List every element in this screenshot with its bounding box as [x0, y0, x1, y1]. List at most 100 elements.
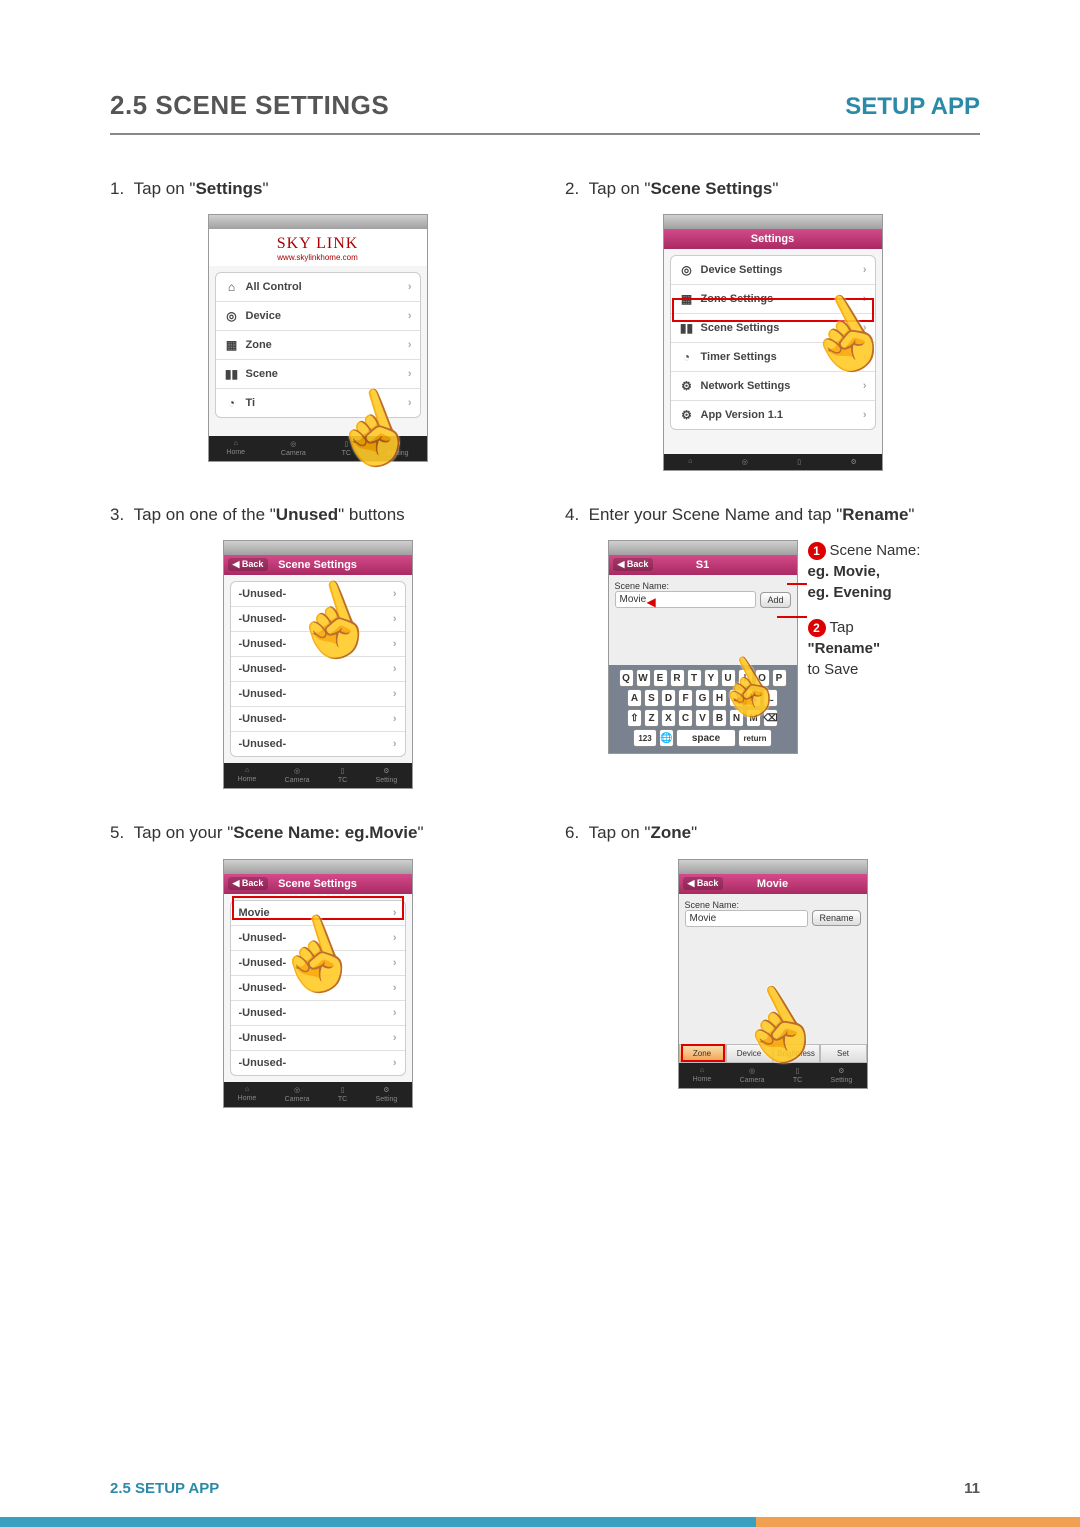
- camera-tab-icon: ◎: [294, 1086, 300, 1094]
- section-title: 2.5 SCENE SETTINGS: [110, 90, 389, 121]
- step-6-text: 6. Tap on "Zone": [593, 819, 980, 846]
- key[interactable]: K: [746, 689, 761, 707]
- list-item[interactable]: -Unused-›: [231, 951, 405, 976]
- chevron-right-icon: ›: [863, 409, 867, 421]
- key[interactable]: R: [670, 669, 685, 687]
- list-item[interactable]: -Unused-›: [231, 682, 405, 707]
- list-item[interactable]: -Unused-›: [231, 732, 405, 756]
- key[interactable]: G: [695, 689, 710, 707]
- key[interactable]: D: [661, 689, 676, 707]
- back-button[interactable]: ◀ Back: [613, 558, 654, 571]
- return-key[interactable]: return: [738, 729, 772, 747]
- settings-tab-icon: ⚙: [838, 1067, 844, 1075]
- key[interactable]: H: [712, 689, 727, 707]
- chevron-right-icon: ›: [393, 663, 397, 675]
- key[interactable]: J: [729, 689, 744, 707]
- space-key[interactable]: space: [676, 729, 736, 747]
- back-button[interactable]: ◀ Back: [228, 877, 269, 890]
- menu-item-scene-settings[interactable]: ▮▮Scene Settings›: [671, 314, 875, 343]
- menu-item-device[interactable]: ◎Device›: [216, 302, 420, 331]
- bottom-tabbar[interactable]: ⌂Home ◎Camera ▯TC ⚙Setting: [209, 436, 427, 461]
- tab-brightness[interactable]: Brightness: [773, 1044, 820, 1063]
- key[interactable]: M: [746, 709, 761, 727]
- shift-key[interactable]: ⇧: [627, 709, 642, 727]
- camera-tab-icon: ◎: [294, 767, 300, 775]
- menu-item-all-control[interactable]: ⌂All Control›: [216, 273, 420, 302]
- callout-badge-2: 2: [808, 619, 826, 637]
- scene-name-input[interactable]: Movie: [685, 910, 809, 927]
- chevron-right-icon: ›: [408, 281, 412, 293]
- menu-item-device-settings[interactable]: ◎Device Settings›: [671, 256, 875, 285]
- key[interactable]: N: [729, 709, 744, 727]
- annotation-2: 2Tap "Rename" to Save: [808, 617, 938, 680]
- tab-zone[interactable]: Zone: [679, 1044, 726, 1063]
- key[interactable]: X: [661, 709, 676, 727]
- list-item[interactable]: -Unused-›: [231, 607, 405, 632]
- camera-tab-icon: ◎: [749, 1067, 755, 1075]
- list-item[interactable]: -Unused-›: [231, 1001, 405, 1026]
- key[interactable]: C: [678, 709, 693, 727]
- add-button[interactable]: Add: [760, 592, 790, 608]
- keyboard[interactable]: QWERTYUIOP ASDFGHJKL ⇧ ZXCVBNM ⌫ 123 🌐 s…: [609, 665, 797, 753]
- key[interactable]: I: [738, 669, 753, 687]
- rename-button[interactable]: Rename: [812, 910, 860, 926]
- arrow-left-icon: ◀: [647, 595, 656, 609]
- menu-item-app-version[interactable]: ⚙App Version 1.1›: [671, 401, 875, 429]
- menu-item-network-settings[interactable]: ⚙Network Settings›: [671, 372, 875, 401]
- numeric-key[interactable]: 123: [633, 729, 657, 747]
- list-item[interactable]: -Unused-›: [231, 582, 405, 607]
- scene-name-input[interactable]: Movie: [615, 591, 757, 608]
- key[interactable]: W: [636, 669, 651, 687]
- key[interactable]: Q: [619, 669, 634, 687]
- menu-item-zone-settings[interactable]: ▦Zone Settings›: [671, 285, 875, 314]
- step-1-text: 1. Tap on "Settings": [138, 175, 525, 202]
- key[interactable]: O: [755, 669, 770, 687]
- screen-title: ◀ BackMovie: [679, 874, 867, 894]
- screen-title: ◀ BackS1: [609, 555, 797, 575]
- key[interactable]: V: [695, 709, 710, 727]
- back-button[interactable]: ◀ Back: [683, 877, 724, 890]
- key[interactable]: S: [644, 689, 659, 707]
- menu-item-scene[interactable]: ▮▮Scene›: [216, 360, 420, 389]
- bottom-tabbar[interactable]: ⌂ ◎ ▯ ⚙: [664, 454, 882, 470]
- chevron-right-icon: ›: [863, 351, 867, 363]
- key[interactable]: E: [653, 669, 668, 687]
- menu-item-zone[interactable]: ▦Zone›: [216, 331, 420, 360]
- list-item[interactable]: -Unused-›: [231, 632, 405, 657]
- chevron-right-icon: ›: [863, 293, 867, 305]
- bottom-tabbar[interactable]: ⌂Home ◎Camera ▯TC ⚙Setting: [679, 1063, 867, 1088]
- key[interactable]: P: [772, 669, 787, 687]
- list-item[interactable]: -Unused-›: [231, 657, 405, 682]
- list-item[interactable]: -Unused-›: [231, 707, 405, 732]
- bottom-tabbar[interactable]: ⌂Home ◎Camera ▯TC ⚙Setting: [224, 763, 412, 788]
- scene-name-label: Scene Name:: [685, 900, 861, 910]
- home-tab-icon: ⌂: [245, 1086, 249, 1093]
- list-item[interactable]: -Unused-›: [231, 976, 405, 1001]
- key[interactable]: Z: [644, 709, 659, 727]
- chevron-right-icon: ›: [393, 613, 397, 625]
- key[interactable]: L: [763, 689, 778, 707]
- list-item[interactable]: -Unused-›: [231, 926, 405, 951]
- backspace-key[interactable]: ⌫: [763, 709, 778, 727]
- list-item-movie[interactable]: Movie›: [231, 901, 405, 926]
- key[interactable]: T: [687, 669, 702, 687]
- camera-tab-icon: ◎: [742, 458, 748, 466]
- key[interactable]: Y: [704, 669, 719, 687]
- globe-key[interactable]: 🌐: [659, 729, 674, 747]
- chevron-right-icon: ›: [393, 1007, 397, 1019]
- menu-item-timer-settings[interactable]: ◔Timer Settings›: [671, 343, 875, 372]
- chevron-right-icon: ›: [393, 1032, 397, 1044]
- key[interactable]: U: [721, 669, 736, 687]
- tab-device[interactable]: Device: [726, 1044, 773, 1063]
- tab-set[interactable]: Set: [820, 1044, 867, 1063]
- back-button[interactable]: ◀ Back: [228, 558, 269, 571]
- list-item[interactable]: -Unused-›: [231, 1051, 405, 1075]
- step-3-text: 3. Tap on one of the "Unused" buttons: [138, 501, 525, 528]
- menu-item-timer[interactable]: ◔Ti›: [216, 389, 420, 417]
- bottom-tabbar[interactable]: ⌂Home ◎Camera ▯TC ⚙Setting: [224, 1082, 412, 1107]
- key[interactable]: A: [627, 689, 642, 707]
- list-item[interactable]: -Unused-›: [231, 1026, 405, 1051]
- segment-tabs[interactable]: Zone Device Brightness Set: [679, 1044, 867, 1063]
- key[interactable]: B: [712, 709, 727, 727]
- key[interactable]: F: [678, 689, 693, 707]
